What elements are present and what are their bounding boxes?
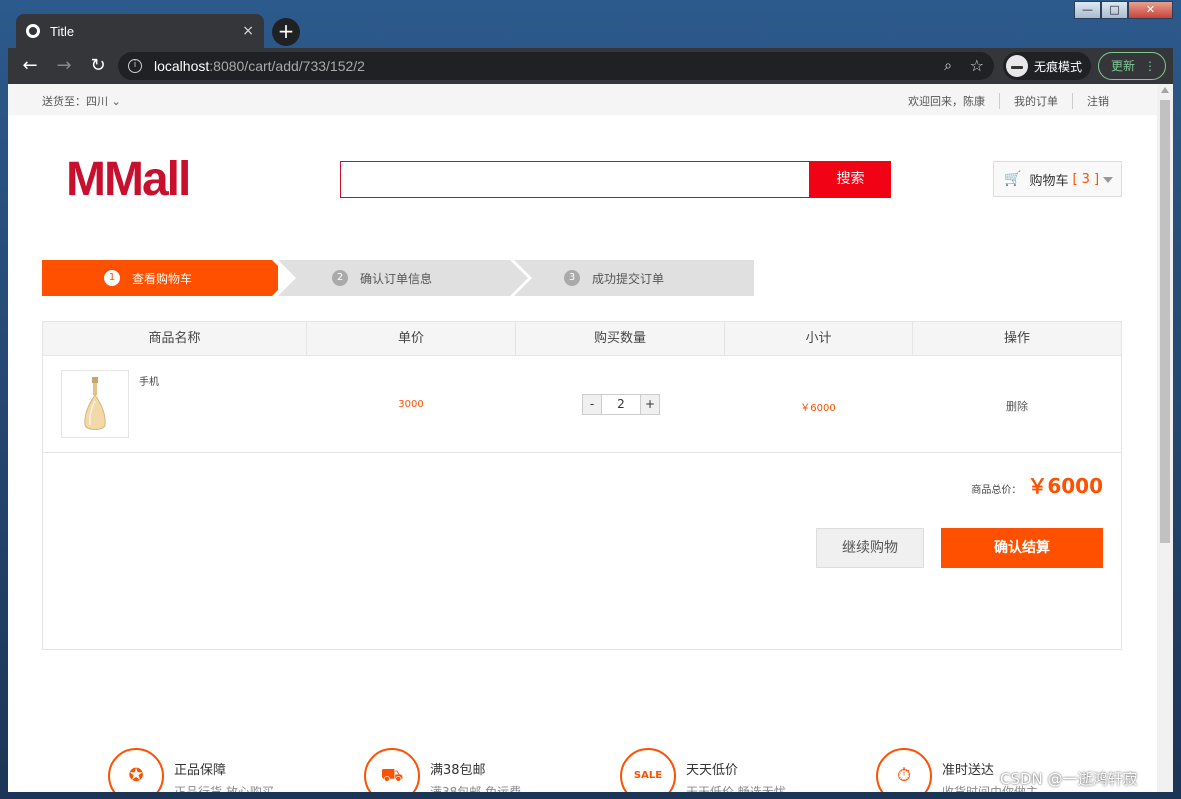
increase-button[interactable]: + — [641, 395, 659, 414]
subtotal: ￥6000 — [800, 403, 836, 414]
step-view-cart: 1 查看购物车 — [42, 260, 290, 296]
cart-table: 商品名称 单价 购买数量 小计 操作 手机 3000 - 2 + ￥6000 删… — [42, 321, 1122, 650]
total-value: ￥6000 — [1027, 474, 1103, 498]
scroll-up-arrow-icon[interactable] — [1161, 87, 1169, 93]
update-button[interactable]: 更新 ⋮ — [1098, 52, 1166, 80]
search-button[interactable]: 搜索 — [810, 161, 891, 198]
tab-bar: Title × + — [8, 12, 1173, 48]
delete-link[interactable]: 删除 — [967, 398, 1067, 414]
decrease-button[interactable]: - — [583, 395, 601, 414]
feature-desc: 天天低价 畅选无忧 — [686, 785, 786, 792]
header-unit-price: 单价 — [307, 322, 516, 356]
tab-close-icon[interactable]: × — [242, 23, 254, 39]
quantity-input[interactable]: 2 — [601, 395, 641, 414]
checkout-steps: 1 查看购物车 2 确认订单信息 3 成功提交订单 — [42, 260, 754, 296]
new-tab-button[interactable]: + — [272, 18, 300, 46]
update-label: 更新 — [1111, 59, 1136, 73]
forward-arrow-icon[interactable]: → — [52, 54, 76, 78]
product-thumbnail[interactable] — [61, 370, 129, 438]
perfume-bottle-image — [84, 377, 106, 430]
step-number: 3 — [564, 270, 580, 286]
step-label: 查看购物车 — [132, 271, 193, 286]
step-confirm-order: 2 确认订单信息 — [278, 260, 528, 296]
feature-title: 正品保障 — [174, 763, 227, 778]
site-logo[interactable]: MMall — [66, 152, 191, 207]
service-features: ✪ 正品保障正品行货 放心购买 ⛟ 满38包邮满38包邮 免运费 SALE 天天… — [108, 748, 1108, 792]
total-label: 商品总价： — [971, 485, 1022, 496]
quantity-stepper: - 2 + — [582, 394, 660, 415]
watermark: CSDN @一逝鸿轩寂 — [1000, 770, 1138, 788]
table-header: 商品名称 单价 购买数量 小计 操作 — [43, 322, 1121, 356]
step-label: 成功提交订单 — [592, 271, 665, 286]
header-subtotal: 小计 — [725, 322, 913, 356]
site-topbar: 送货至：四川 ⌄ 欢迎回来，陈康 我的订单 注销 — [8, 84, 1157, 115]
feature-item: ✪ 正品保障正品行货 放心购买 — [108, 748, 274, 792]
cart-button[interactable]: 🛒 购物车 [ 3 ] — [993, 161, 1122, 197]
step-submit-order: 3 成功提交订单 — [514, 260, 754, 296]
continue-shopping-button[interactable]: 继续购物 — [816, 528, 924, 568]
chevron-down-icon: ⌄ — [111, 95, 121, 108]
address-bar[interactable]: i localhost:8080/cart/add/733/152/2 ⌕ ☆ — [118, 52, 994, 80]
caret-down-icon — [1103, 177, 1113, 183]
header-product-name: 商品名称 — [43, 322, 307, 356]
step-number: 2 — [332, 270, 348, 286]
welcome-text: 欢迎回来，陈康 — [908, 95, 985, 108]
unit-price: 3000 — [398, 399, 424, 410]
cart-count: [ 3 ] — [1072, 171, 1100, 187]
feature-desc: 满38包邮 免运费 — [430, 785, 522, 792]
my-orders-link[interactable]: 我的订单 — [999, 93, 1072, 109]
browser-tab[interactable]: Title × — [16, 14, 264, 48]
sale-icon: SALE — [620, 748, 676, 792]
incognito-icon — [1006, 55, 1028, 77]
table-row: 手机 3000 - 2 + ￥6000 删除 — [43, 357, 1121, 453]
incognito-label: 无痕模式 — [1034, 59, 1083, 74]
globe-icon — [26, 24, 40, 38]
total-line: 商品总价： ￥6000 — [971, 470, 1103, 499]
bookmark-star-icon[interactable]: ☆ — [970, 56, 984, 75]
header-actions: 操作 — [1003, 331, 1030, 346]
reload-icon[interactable]: ↻ — [86, 54, 110, 78]
cart-label: 购物车 — [1029, 173, 1069, 189]
scrollbar-thumb[interactable] — [1160, 100, 1170, 543]
info-icon[interactable]: i — [128, 59, 142, 73]
cart-icon: 🛒 — [1004, 171, 1022, 187]
product-name[interactable]: 手机 — [139, 373, 159, 388]
delivery-location[interactable]: 送货至：四川 ⌄ — [42, 93, 121, 109]
feature-item: SALE 天天低价天天低价 畅选无忧 — [620, 748, 786, 792]
url-host: localhost — [154, 58, 210, 74]
header-quantity: 购买数量 — [516, 322, 725, 356]
more-menu-icon[interactable]: ⋮ — [1144, 53, 1156, 79]
tab-title: Title — [50, 23, 75, 39]
zoom-icon[interactable]: ⌕ — [944, 58, 952, 74]
search-input[interactable] — [340, 161, 810, 198]
step-label: 确认订单信息 — [360, 271, 433, 286]
stopwatch-icon: ⏱ — [876, 748, 932, 792]
checkout-button[interactable]: 确认结算 — [941, 528, 1103, 568]
step-number: 1 — [104, 270, 120, 286]
incognito-indicator[interactable]: 无痕模式 — [1003, 52, 1091, 80]
back-arrow-icon[interactable]: ← — [18, 54, 42, 78]
user-links: 欢迎回来，陈康 我的订单 注销 — [894, 93, 1123, 109]
logout-link[interactable]: 注销 — [1072, 93, 1123, 109]
feature-item: ⛟ 满38包邮满38包邮 免运费 — [364, 748, 521, 792]
feature-title: 天天低价 — [686, 763, 739, 778]
truck-icon: ⛟ — [364, 748, 420, 792]
browser-toolbar: ← → ↻ i localhost:8080/cart/add/733/152/… — [8, 48, 1173, 84]
location-text: 送货至：四川 — [42, 95, 108, 108]
feature-title: 满38包邮 — [430, 763, 486, 778]
page-viewport: 送货至：四川 ⌄ 欢迎回来，陈康 我的订单 注销 MMall 搜索 🛒 购物车 … — [8, 84, 1157, 792]
vertical-scrollbar[interactable] — [1157, 84, 1173, 792]
url-path: :8080/cart/add/733/152/2 — [209, 58, 365, 74]
feature-desc: 正品行货 放心购买 — [174, 785, 274, 792]
award-icon: ✪ — [108, 748, 164, 792]
